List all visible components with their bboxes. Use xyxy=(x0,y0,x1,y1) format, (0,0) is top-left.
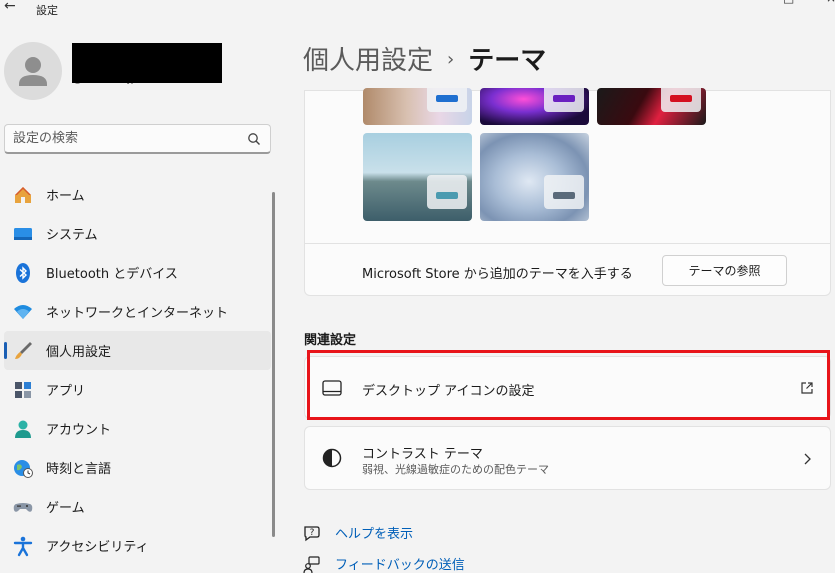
row-title: デスクトップ アイコンの設定 xyxy=(362,384,535,399)
back-arrow-icon[interactable]: ← xyxy=(4,0,16,14)
sidebar-item-home[interactable]: ホーム xyxy=(4,175,271,214)
contrast-icon xyxy=(322,448,342,468)
sidebar-item-label: ネットワークとインターネット xyxy=(46,306,229,321)
theme-accent-badge xyxy=(544,88,584,112)
row-title: コントラスト テーマ xyxy=(362,447,483,462)
sidebar-item-accounts[interactable]: アカウント xyxy=(4,409,271,448)
sidebar-item-label: アプリ xyxy=(46,384,86,399)
sidebar-item-bluetooth[interactable]: Bluetooth とデバイス xyxy=(4,253,271,292)
theme-thumbnail-bloom[interactable] xyxy=(480,133,589,221)
theme-thumbnail-captured-motion[interactable] xyxy=(597,88,706,125)
sidebar-item-label: システム xyxy=(46,228,98,243)
sidebar-nav: ホーム システム Bluetooth とデバイス ネットワークとインターネット … xyxy=(0,175,272,565)
desktop-icon xyxy=(322,380,342,396)
desktop-icon-settings-row[interactable]: デスクトップ アイコンの設定 xyxy=(304,356,831,419)
brush-icon xyxy=(12,340,34,362)
gamepad-icon xyxy=(12,496,34,518)
user-silhouette-icon xyxy=(19,57,47,86)
search-icon[interactable] xyxy=(247,132,261,146)
sidebar-item-personalization[interactable]: 個人用設定 xyxy=(4,331,271,370)
browse-themes-button[interactable]: テーマの参照 xyxy=(662,255,787,286)
feedback-link-label: フィードバックの送信 xyxy=(335,558,465,573)
theme-thumbnail-sunrise-lake[interactable] xyxy=(363,133,472,221)
theme-accent-swatch xyxy=(670,95,692,102)
theme-accent-swatch xyxy=(436,95,458,102)
accessibility-icon xyxy=(12,535,34,557)
sidebar-item-gaming[interactable]: ゲーム xyxy=(4,487,271,526)
theme-thumbnail-flowers[interactable] xyxy=(363,88,472,125)
sidebar-item-label: アクセシビリティ xyxy=(46,540,149,555)
wifi-icon xyxy=(12,301,34,323)
help-link[interactable]: ? ヘルプを表示 xyxy=(303,523,413,542)
svg-text:?: ? xyxy=(310,528,315,538)
sidebar-item-label: ホーム xyxy=(46,189,85,204)
theme-accent-badge xyxy=(661,88,701,112)
sidebar-item-network[interactable]: ネットワークとインターネット xyxy=(4,292,271,331)
user-name-redacted xyxy=(72,43,222,83)
sidebar-item-label: ゲーム xyxy=(46,501,85,516)
sidebar-item-apps[interactable]: アプリ xyxy=(4,370,271,409)
sidebar-scrollbar[interactable] xyxy=(272,192,275,537)
sidebar-item-label: 時刻と言語 xyxy=(46,462,112,477)
sidebar-item-system[interactable]: システム xyxy=(4,214,271,253)
close-icon[interactable]: × xyxy=(826,0,835,5)
related-settings-heading: 関連設定 xyxy=(304,333,357,348)
sidebar-item-label: Bluetooth とデバイス xyxy=(46,267,178,282)
account-icon xyxy=(12,418,34,440)
theme-accent-badge xyxy=(544,175,584,209)
apps-icon xyxy=(12,379,34,401)
store-themes-row: Microsoft Store から追加のテーマを入手する テーマの参照 xyxy=(304,243,831,296)
breadcrumb-parent[interactable]: 個人用設定 xyxy=(303,46,433,76)
help-link-label: ヘルプを表示 xyxy=(335,527,414,542)
theme-accent-swatch xyxy=(436,192,458,199)
avatar[interactable] xyxy=(4,42,62,100)
chevron-right-icon xyxy=(804,453,811,465)
page-title: テーマ xyxy=(468,46,547,76)
breadcrumb: 個人用設定 › テーマ xyxy=(303,40,546,77)
sidebar-item-label: アカウント xyxy=(46,423,112,438)
search-input[interactable] xyxy=(11,130,240,147)
theme-thumbnail-glow[interactable] xyxy=(480,88,589,125)
contrast-themes-row[interactable]: コントラスト テーマ 弱視、光線過敏症のための配色テーマ xyxy=(304,426,831,490)
theme-accent-swatch xyxy=(553,192,575,199)
globe-clock-icon xyxy=(12,457,34,479)
feedback-icon xyxy=(303,555,320,573)
sidebar-item-accessibility[interactable]: アクセシビリティ xyxy=(4,526,271,565)
maximize-icon[interactable]: □ xyxy=(783,0,794,5)
theme-accent-swatch xyxy=(553,95,575,102)
minimize-icon[interactable]: – xyxy=(738,0,744,5)
feedback-link[interactable]: フィードバックの送信 xyxy=(303,554,465,573)
title-bar: ← 設定 – □ × xyxy=(0,0,835,20)
home-icon xyxy=(12,184,34,206)
external-link-icon xyxy=(801,382,813,394)
sidebar-item-time-language[interactable]: 時刻と言語 xyxy=(4,448,271,487)
help-chat-icon: ? xyxy=(304,525,320,541)
themes-gallery xyxy=(304,88,831,243)
system-icon xyxy=(12,223,34,245)
store-themes-text: Microsoft Store から追加のテーマを入手する xyxy=(362,267,633,282)
bluetooth-icon xyxy=(12,262,34,284)
app-title: 設定 xyxy=(36,4,58,17)
breadcrumb-separator: › xyxy=(447,49,455,70)
sidebar-item-label: 個人用設定 xyxy=(46,345,112,360)
search-box[interactable] xyxy=(4,124,271,154)
theme-accent-badge xyxy=(427,175,467,209)
row-subtitle: 弱視、光線過敏症のための配色テーマ xyxy=(362,463,549,476)
theme-accent-badge xyxy=(427,88,467,112)
